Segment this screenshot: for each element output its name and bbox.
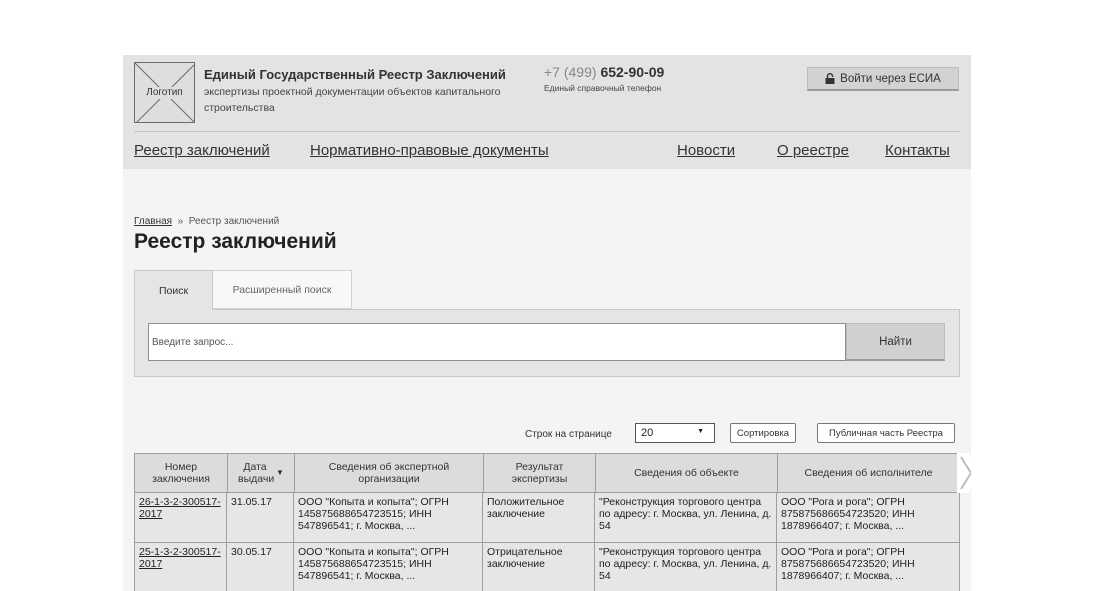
breadcrumb-home-link[interactable]: Главная: [134, 216, 172, 227]
cell-date: 30.05.17: [227, 543, 294, 591]
cell-date: 31.05.17: [227, 493, 294, 542]
breadcrumb: Главная » Реестр заключений: [134, 216, 279, 227]
phone-prefix: +7 (499): [544, 64, 597, 80]
cell-executor: ООО "Рога и рога"; ОГРН 8758756866547235…: [781, 496, 915, 532]
nav-item-legal-docs[interactable]: Нормативно-правовые документы: [310, 142, 549, 159]
phone: +7 (499) 652-90-09: [544, 64, 664, 80]
page-title: Реестр заключений: [134, 230, 337, 253]
public-part-button[interactable]: Публичная часть Реестра: [817, 423, 955, 443]
lock-icon: [825, 73, 835, 84]
site-title: Единый Государственный Реестр Заключений: [204, 67, 506, 82]
column-header-date[interactable]: Дата выдачи ▼: [228, 454, 295, 492]
nav-item-news[interactable]: Новости: [677, 142, 735, 159]
breadcrumb-current: Реестр заключений: [188, 216, 280, 227]
tab-search[interactable]: Поиск: [134, 270, 213, 310]
breadcrumb-separator: »: [177, 216, 184, 227]
rows-per-page-value: 20: [641, 427, 654, 439]
site-subtitle: экспертизы проектной документации объект…: [204, 86, 501, 114]
nav-item-about[interactable]: О реестре: [777, 142, 849, 159]
sort-button[interactable]: Сортировка: [730, 423, 796, 443]
cell-result: Отрицательное заключение: [483, 543, 595, 591]
cell-object: "Реконструкция торгового центра по адрес…: [595, 493, 777, 542]
table-row[interactable]: 25-1-3-2-300517-2017 30.05.17 ООО "Копыт…: [134, 543, 960, 591]
cell-executor: ООО "Рога и рога"; ОГРН 8758756866547235…: [781, 546, 915, 582]
cell-number: 25-1-3-2-300517-2017: [135, 543, 227, 591]
column-header-result[interactable]: Результат экспертизы: [484, 454, 596, 492]
search-button[interactable]: Найти: [846, 323, 945, 361]
cell-org: ООО "Копыта и копыта"; ОГРН 145875688654…: [294, 543, 483, 591]
column-header-object[interactable]: Сведения об объекте: [596, 454, 778, 492]
phone-number: 652-90-09: [600, 64, 665, 80]
nav-item-registry[interactable]: Реестр заключений: [134, 142, 270, 159]
logo[interactable]: Логотип: [134, 62, 195, 123]
main-nav: Реестр заключений Нормативно-правовые до…: [123, 131, 971, 169]
scroll-right-arrow-icon[interactable]: [957, 453, 971, 493]
logo-label: Логотип: [135, 87, 194, 99]
cell-object: "Реконструкция торгового центра по адрес…: [595, 543, 777, 591]
column-header-org[interactable]: Сведения об экспертной организации: [295, 454, 484, 492]
dropdown-arrow-icon: ▼: [697, 428, 704, 435]
login-label: Войти через ЕСИА: [840, 72, 941, 85]
rows-per-page-label: Строк на странице: [525, 429, 612, 440]
page-container: Логотип Единый Государственный Реестр За…: [123, 55, 971, 591]
cell-number: 26-1-3-2-300517-2017: [135, 493, 227, 542]
column-header-executor[interactable]: Сведения об исполнителе: [778, 454, 959, 492]
login-esia-button[interactable]: Войти через ЕСИА: [807, 67, 959, 91]
conclusion-link[interactable]: 25-1-3-2-300517-2017: [139, 546, 221, 570]
site-header: Логотип Единый Государственный Реестр За…: [123, 55, 971, 131]
cell-result: Положительное заключение: [483, 493, 595, 542]
phone-caption: Единый справочный телефон: [544, 83, 662, 93]
nav-divider: [134, 131, 960, 132]
rows-per-page-select[interactable]: 20 ▼: [635, 423, 715, 443]
sort-desc-icon: ▼: [276, 468, 284, 477]
cell-org: ООО "Копыта и копыта"; ОГРН 145875688654…: [294, 493, 483, 542]
column-header-number[interactable]: Номер заключения: [135, 454, 228, 492]
table-row[interactable]: 26-1-3-2-300517-2017 31.05.17 ООО "Копыт…: [134, 493, 960, 543]
nav-item-contacts[interactable]: Контакты: [885, 142, 950, 159]
tab-advanced-search[interactable]: Расширенный поиск: [213, 270, 352, 309]
search-input[interactable]: Введите запрос...: [148, 323, 846, 361]
search-panel: Введите запрос... Найти: [134, 309, 960, 377]
conclusion-link[interactable]: 26-1-3-2-300517-2017: [139, 496, 221, 520]
table-header: Номер заключения Дата выдачи ▼ Сведения о…: [134, 453, 960, 493]
